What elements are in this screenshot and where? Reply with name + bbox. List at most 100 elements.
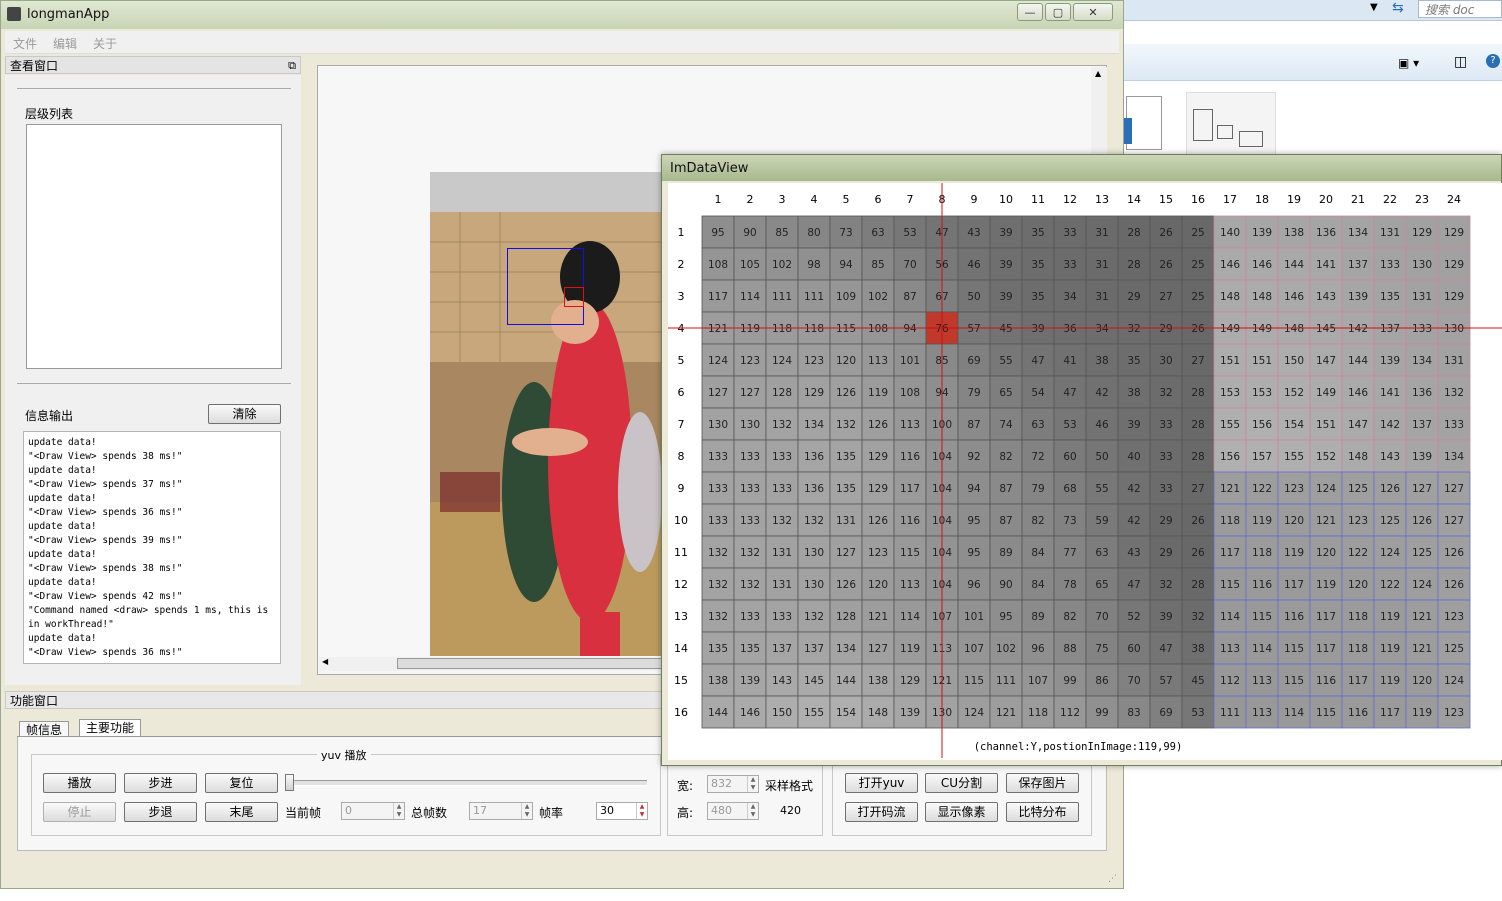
spin-arrows-icon[interactable]: ▲ ▼ xyxy=(521,803,532,819)
show-pixels-button[interactable]: 显示像素 xyxy=(925,802,998,822)
pixel-value: 144 xyxy=(1348,355,1368,367)
pixel-value: 27 xyxy=(1191,355,1204,367)
pixel-value: 129 xyxy=(1444,227,1464,239)
pixel-value: 118 xyxy=(1348,643,1368,655)
pixel-value: 127 xyxy=(708,387,728,399)
pixel-value: 134 xyxy=(1348,227,1368,239)
spin-arrows-icon[interactable]: ▲ ▼ xyxy=(393,803,404,819)
pixel-value: 86 xyxy=(1095,675,1109,687)
pixel-value: 26 xyxy=(1191,515,1205,527)
pixel-value: 121 xyxy=(1316,515,1336,527)
scroll-up-icon[interactable]: ▲ xyxy=(1095,69,1101,78)
pixel-value: 133 xyxy=(1412,323,1432,335)
pixel-value: 30 xyxy=(1159,355,1172,367)
help-icon[interactable]: ? xyxy=(1486,54,1500,68)
refresh-icon[interactable]: ⇆ xyxy=(1392,0,1404,16)
row-header: 2 xyxy=(678,258,685,271)
clear-button[interactable]: 清除 xyxy=(208,404,281,424)
pixel-value: 53 xyxy=(1191,707,1204,719)
video-frame-image[interactable] xyxy=(430,172,664,656)
open-bitstream-button[interactable]: 打开码流 xyxy=(845,802,918,822)
menu-about[interactable]: 关于 xyxy=(93,35,117,52)
diagram-thumbnail[interactable] xyxy=(1186,92,1276,158)
pixel-value: 129 xyxy=(900,675,920,687)
pixel-value: 154 xyxy=(1284,419,1304,431)
pixel-value: 115 xyxy=(1316,707,1336,719)
pixel-value: 151 xyxy=(1316,419,1336,431)
pixel-value: 53 xyxy=(1063,419,1076,431)
width-spinbox[interactable]: 832 ▲ ▼ xyxy=(707,775,759,793)
horizontal-scrollbar[interactable]: ◀ xyxy=(319,657,669,671)
menu-edit[interactable]: 编辑 xyxy=(53,35,77,52)
row-header: 7 xyxy=(678,418,685,431)
spin-arrows-icon[interactable]: ▲ ▼ xyxy=(747,776,758,792)
resize-grip-icon[interactable]: ⋰ xyxy=(1108,874,1117,884)
pixel-value: 148 xyxy=(1220,291,1240,303)
pixel-value: 32 xyxy=(1159,579,1172,591)
open-yuv-button[interactable]: 打开yuv xyxy=(845,773,918,793)
float-icon[interactable]: ⧉ xyxy=(288,57,296,75)
pixel-value: 137 xyxy=(772,643,792,655)
pixel-value: 63 xyxy=(1095,547,1108,559)
view-options-icon[interactable]: ▣ ▾ xyxy=(1398,56,1419,70)
pixel-value: 31 xyxy=(1095,291,1108,303)
fps-spinbox[interactable]: 30 ▲ ▼ xyxy=(596,802,648,820)
row-header: 15 xyxy=(674,674,688,687)
data-view-window[interactable]: ImDataView 12345678910111213141516171819… xyxy=(661,154,1502,766)
pixel-value: 117 xyxy=(900,483,920,495)
current-frame-spinbox[interactable]: 0 ▲ ▼ xyxy=(341,802,405,820)
pixel-value: 149 xyxy=(1220,323,1240,335)
pixel-value: 126 xyxy=(1444,579,1464,591)
frame-slider-handle[interactable] xyxy=(285,774,294,791)
column-header: 17 xyxy=(1223,193,1237,206)
height-spinbox[interactable]: 480 ▲ ▼ xyxy=(707,802,759,820)
pixel-value: 32 xyxy=(1191,611,1204,623)
minimize-icon[interactable]: — xyxy=(1017,3,1043,21)
close-icon[interactable]: ✕ xyxy=(1073,3,1113,21)
pixel-value: 132 xyxy=(804,515,824,527)
total-frames-spinbox[interactable]: 17 ▲ ▼ xyxy=(469,802,533,820)
maximize-icon[interactable]: ▢ xyxy=(1045,3,1071,21)
end-button[interactable]: 末尾 xyxy=(205,802,278,822)
column-header: 14 xyxy=(1127,193,1141,206)
cu-split-button[interactable]: CU分割 xyxy=(925,773,998,793)
pixel-value: 117 xyxy=(1284,579,1304,591)
pixel-value: 153 xyxy=(1220,387,1240,399)
frame-slider-track[interactable] xyxy=(287,780,647,786)
stop-button[interactable]: 停止 xyxy=(43,802,116,822)
scroll-thumb[interactable] xyxy=(397,658,669,669)
row-header: 5 xyxy=(678,354,685,367)
function-panel-title-text: 功能窗口 xyxy=(10,694,59,708)
info-output-log[interactable]: update data! "<Draw View> spends 38 ms!"… xyxy=(23,431,281,664)
pixel-value: 42 xyxy=(1127,483,1140,495)
width-label: 宽: xyxy=(677,779,694,793)
bit-distribution-button[interactable]: 比特分布 xyxy=(1006,802,1079,822)
preview-pane-icon[interactable]: ◫ xyxy=(1454,54,1467,70)
dropdown-arrow-icon[interactable]: ▼ xyxy=(1370,2,1378,13)
reset-button[interactable]: 复位 xyxy=(205,773,278,793)
scroll-left-icon[interactable]: ◀ xyxy=(322,657,328,666)
pixel-value: 113 xyxy=(1252,675,1272,687)
pixel-value: 26 xyxy=(1191,323,1205,335)
search-input[interactable]: 搜索 doc xyxy=(1418,0,1502,18)
pixel-value: 82 xyxy=(999,451,1012,463)
pixel-value: 132 xyxy=(708,579,728,591)
menu-file[interactable]: 文件 xyxy=(13,35,37,52)
step-forward-button[interactable]: 步进 xyxy=(124,773,197,793)
column-header: 5 xyxy=(843,193,850,206)
selection-box-red[interactable] xyxy=(564,287,584,307)
pixel-value: 119 xyxy=(1380,643,1400,655)
pixel-value: 134 xyxy=(1412,355,1432,367)
save-image-button[interactable]: 保存图片 xyxy=(1006,773,1079,793)
layer-list[interactable] xyxy=(26,124,282,369)
pixel-value: 131 xyxy=(772,579,792,591)
play-button[interactable]: 播放 xyxy=(43,773,116,793)
pixel-value: 114 xyxy=(1220,611,1240,623)
pixel-value: 133 xyxy=(1444,419,1464,431)
pixel-value: 41 xyxy=(1063,355,1076,367)
spin-arrows-icon[interactable]: ▲ ▼ xyxy=(636,803,647,819)
step-back-button[interactable]: 步退 xyxy=(124,802,197,822)
spin-arrows-icon[interactable]: ▲ ▼ xyxy=(747,803,758,819)
pixel-value: 135 xyxy=(708,643,728,655)
pixel-grid[interactable]: 1234567891011121314151617181920212223241… xyxy=(668,183,1502,760)
